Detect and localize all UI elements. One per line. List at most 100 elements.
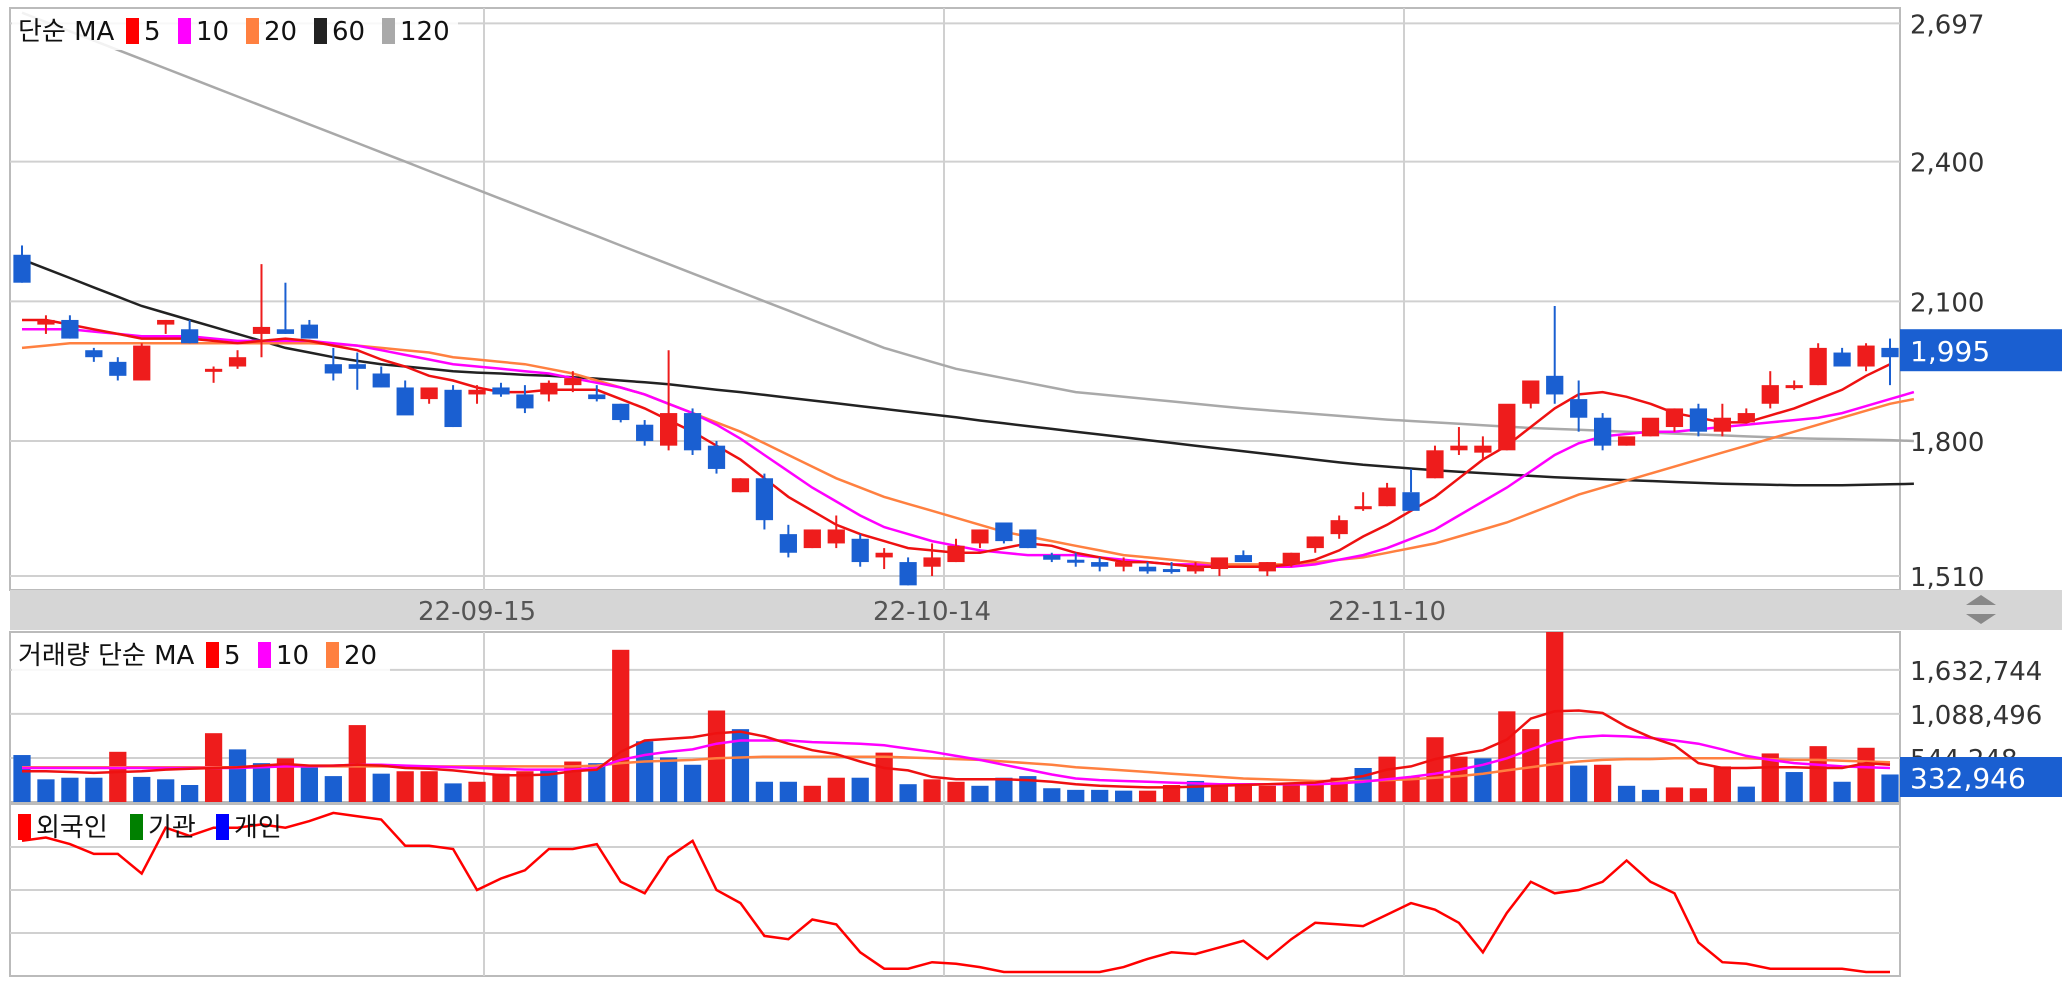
volume-bar[interactable] xyxy=(636,741,654,802)
candle-body[interactable] xyxy=(1641,417,1660,437)
candle-body[interactable] xyxy=(1043,555,1061,560)
volume-bar[interactable] xyxy=(1641,789,1660,802)
volume-bar[interactable] xyxy=(1138,790,1157,802)
candle-body[interactable] xyxy=(1450,445,1468,451)
volume-bar[interactable] xyxy=(1593,764,1612,802)
volume-bar[interactable] xyxy=(444,783,462,802)
candle-body[interactable] xyxy=(492,387,510,395)
volume-bar[interactable] xyxy=(252,763,271,802)
volume-bar[interactable] xyxy=(372,773,390,802)
candle-body[interactable] xyxy=(1857,345,1875,367)
candle-body[interactable] xyxy=(85,350,103,358)
candle-body[interactable] xyxy=(1019,529,1037,549)
candle-body[interactable] xyxy=(181,329,199,344)
candle-body[interactable] xyxy=(779,534,797,553)
candle-body[interactable] xyxy=(851,538,869,563)
volume-bar[interactable] xyxy=(683,764,702,802)
volume-bar[interactable] xyxy=(1617,785,1636,802)
candle-body[interactable] xyxy=(1330,520,1348,535)
candle-body[interactable] xyxy=(109,361,127,376)
candle-body[interactable] xyxy=(276,329,295,334)
volume-bar[interactable] xyxy=(37,779,55,802)
candle-body[interactable] xyxy=(707,445,726,469)
candle-body[interactable] xyxy=(1234,555,1253,563)
volume-bar[interactable] xyxy=(61,777,79,802)
volume-bar[interactable] xyxy=(827,777,845,802)
volume-bar[interactable] xyxy=(1881,774,1899,802)
volume-bar[interactable] xyxy=(133,776,151,802)
volume-bar[interactable] xyxy=(899,784,917,802)
candle-body[interactable] xyxy=(420,387,438,400)
candle-body[interactable] xyxy=(1162,569,1181,573)
candle-body[interactable] xyxy=(947,545,965,563)
volume-bar[interactable] xyxy=(1689,788,1708,802)
candle-body[interactable] xyxy=(1354,506,1372,510)
candle-body[interactable] xyxy=(300,324,319,339)
candle-body[interactable] xyxy=(228,357,247,367)
candle-body[interactable] xyxy=(1546,375,1564,395)
volume-bar[interactable] xyxy=(300,764,319,802)
volume-bar[interactable] xyxy=(348,725,366,802)
candle-body[interactable] xyxy=(324,364,342,374)
volume-bar[interactable] xyxy=(396,771,414,802)
volume-bar[interactable] xyxy=(109,751,127,802)
volume-bar[interactable] xyxy=(1737,786,1755,802)
candle-body[interactable] xyxy=(995,522,1013,542)
candle-body[interactable] xyxy=(37,319,55,325)
volume-bar[interactable] xyxy=(1282,783,1300,802)
volume-bar[interactable] xyxy=(851,777,869,802)
volume-bar[interactable] xyxy=(1091,789,1109,802)
candle-body[interactable] xyxy=(659,413,678,446)
candle-body[interactable] xyxy=(731,478,750,493)
candle-body[interactable] xyxy=(1593,417,1612,446)
volume-bar[interactable] xyxy=(1234,785,1253,802)
candle-body[interactable] xyxy=(803,529,821,549)
price-panel[interactable]: 2,697 2,400 2,100 1,800 1,510 단순 MA 5 10 20 60 1… xyxy=(9,7,2062,593)
volume-bar[interactable] xyxy=(1546,632,1564,802)
volume-bar[interactable] xyxy=(1258,785,1276,802)
volume-bar[interactable] xyxy=(875,752,893,802)
candle-body[interactable] xyxy=(133,345,151,381)
candle-body[interactable] xyxy=(157,319,175,325)
candle-body[interactable] xyxy=(1809,347,1827,386)
candle-body[interactable] xyxy=(1785,385,1803,389)
volume-bar[interactable] xyxy=(779,781,797,802)
volume-bar[interactable] xyxy=(995,777,1013,802)
candle-body[interactable] xyxy=(348,364,366,369)
candle-body[interactable] xyxy=(755,478,774,521)
candle-body[interactable] xyxy=(1067,559,1085,563)
candle-body[interactable] xyxy=(1426,450,1444,479)
volume-bar[interactable] xyxy=(324,776,342,802)
candle-body[interactable] xyxy=(1306,536,1324,549)
volume-bar[interactable] xyxy=(420,771,438,802)
candle-body[interactable] xyxy=(1713,417,1731,432)
volume-bar[interactable] xyxy=(803,785,821,802)
candle-body[interactable] xyxy=(683,413,702,451)
volume-bar[interactable] xyxy=(468,781,486,802)
candle-body[interactable] xyxy=(1761,385,1779,404)
candle-body[interactable] xyxy=(1091,562,1109,567)
candle-body[interactable] xyxy=(1402,492,1420,511)
volume-bar[interactable] xyxy=(1857,747,1875,802)
candle-body[interactable] xyxy=(1737,413,1755,423)
candle-body[interactable] xyxy=(899,562,917,586)
volume-bar[interactable] xyxy=(181,785,199,802)
investor-panel[interactable]: 외국인 기관 개인 xyxy=(9,803,1901,977)
candle-body[interactable] xyxy=(468,389,486,395)
candle-body[interactable] xyxy=(1186,566,1205,572)
candle-body[interactable] xyxy=(396,387,414,416)
candle-body[interactable] xyxy=(516,394,534,409)
volume-bar[interactable] xyxy=(612,649,630,802)
candle-body[interactable] xyxy=(1833,352,1851,367)
candle-body[interactable] xyxy=(372,373,390,388)
candle-body[interactable] xyxy=(1498,403,1516,451)
candle-body[interactable] xyxy=(1881,347,1899,358)
candle-body[interactable] xyxy=(1378,487,1396,507)
stock-chart[interactable]: 2,697 2,400 2,100 1,800 1,510 단순 MA 5 10 20 60 1… xyxy=(0,0,2069,989)
candle-body[interactable] xyxy=(1474,445,1492,453)
volume-bar[interactable] xyxy=(1833,781,1851,802)
volume-bar[interactable] xyxy=(1785,772,1803,802)
candle-body[interactable] xyxy=(612,403,630,421)
date-axis-bar[interactable]: 22-09-15 22-10-14 22-11-10 xyxy=(10,590,2062,630)
candle-body[interactable] xyxy=(1282,552,1300,565)
